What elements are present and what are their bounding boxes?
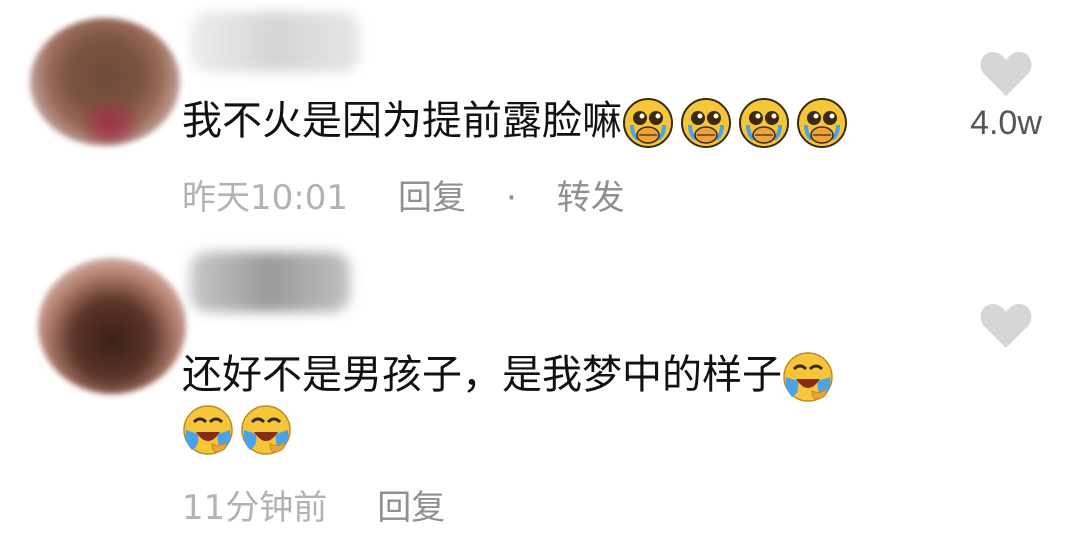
like-button[interactable] xyxy=(966,302,1046,350)
comment-text: 还好不是男孩子，是我梦中的样子 xyxy=(182,346,834,404)
laugh-crying-icon xyxy=(182,404,234,456)
pleading-crying-icon xyxy=(680,97,732,149)
comment-text: 我不火是因为提前露脸嘛 xyxy=(182,92,848,150)
like-button[interactable]: 4.0w xyxy=(966,50,1046,143)
reply-button[interactable]: 回复 xyxy=(377,480,445,529)
separator-dot: · xyxy=(505,178,517,218)
like-count: 4.0w xyxy=(970,104,1042,142)
username-blurred[interactable] xyxy=(190,252,350,312)
heart-icon xyxy=(979,302,1033,350)
comment-item: 我不火是因为提前露脸嘛 昨天10:01 回复 · 转发 4.0w xyxy=(0,0,1080,240)
comment-item: 还好不是男孩子，是我梦中的样子 11分钟前 回复 xyxy=(0,240,1080,548)
comment-meta: 昨天10:01 回复 · 转发 xyxy=(182,170,625,219)
pleading-crying-icon xyxy=(738,97,790,149)
timestamp: 昨天10:01 xyxy=(182,178,348,218)
pleading-crying-icon xyxy=(622,97,674,149)
reply-button[interactable]: 回复 xyxy=(398,170,466,219)
comment-body: 我不火是因为提前露脸嘛 xyxy=(182,98,622,144)
emoji-group xyxy=(622,97,848,149)
comment-body: 还好不是男孩子，是我梦中的样子 xyxy=(182,352,782,398)
pleading-crying-icon xyxy=(796,97,848,149)
username-blurred[interactable] xyxy=(190,12,360,72)
laugh-crying-icon xyxy=(782,351,834,403)
laugh-crying-icon xyxy=(240,404,292,456)
avatar[interactable] xyxy=(30,18,180,146)
heart-icon xyxy=(979,50,1033,98)
avatar[interactable] xyxy=(38,258,186,394)
emoji-group xyxy=(782,351,834,403)
comment-meta: 11分钟前 回复 xyxy=(182,480,445,529)
emoji-group xyxy=(182,404,292,456)
timestamp: 11分钟前 xyxy=(182,488,328,528)
forward-button[interactable]: 转发 xyxy=(557,170,625,219)
